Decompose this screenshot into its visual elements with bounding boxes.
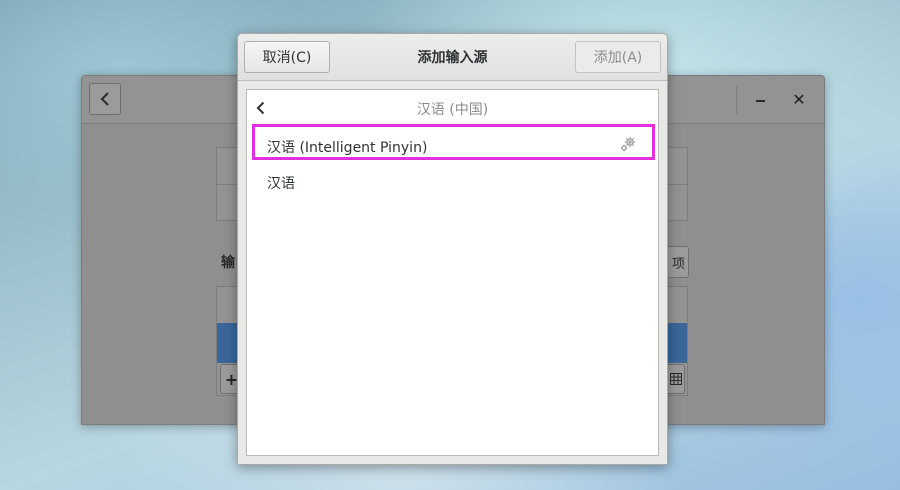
- nav-back-button[interactable]: [251, 98, 269, 118]
- dialog-header: 取消(C) 添加输入源 添加(A): [238, 34, 667, 81]
- chevron-left-icon: [256, 101, 264, 115]
- language-nav-row: 汉语 (中国): [247, 90, 658, 126]
- add-input-source-dialog: 取消(C) 添加输入源 添加(A) 汉语 (中国) 汉语 (Intelligen…: [237, 33, 668, 465]
- dialog-title: 添加输入源: [417, 50, 488, 66]
- cancel-button[interactable]: 取消(C): [244, 41, 330, 73]
- gear-icon[interactable]: [619, 135, 637, 153]
- list-item-label: 汉语 (Intelligent Pinyin): [267, 140, 428, 156]
- chevron-left-icon: [100, 92, 109, 106]
- titlebar-separator: [736, 86, 737, 114]
- background-back-button[interactable]: [89, 83, 121, 115]
- list-item-chinese[interactable]: 汉语: [267, 165, 648, 201]
- close-button[interactable]: ✕: [788, 88, 810, 110]
- list-item-intelligent-pinyin[interactable]: 汉语 (Intelligent Pinyin): [267, 129, 648, 165]
- list-item-label: 汉语: [267, 176, 295, 192]
- background-options-label: 项: [671, 256, 685, 272]
- background-section-heading: 输: [221, 255, 235, 271]
- language-title: 汉语 (中国): [416, 102, 489, 118]
- input-source-list: 汉语 (中国) 汉语 (Intelligent Pinyin) 汉语: [246, 89, 659, 456]
- close-icon: ✕: [792, 89, 806, 109]
- background-options-button[interactable]: 项: [667, 246, 689, 278]
- keyboard-icon: [669, 373, 682, 385]
- add-button[interactable]: 添加(A): [575, 41, 661, 73]
- background-keyboard-button[interactable]: [667, 364, 685, 394]
- minimize-button[interactable]: [752, 90, 768, 106]
